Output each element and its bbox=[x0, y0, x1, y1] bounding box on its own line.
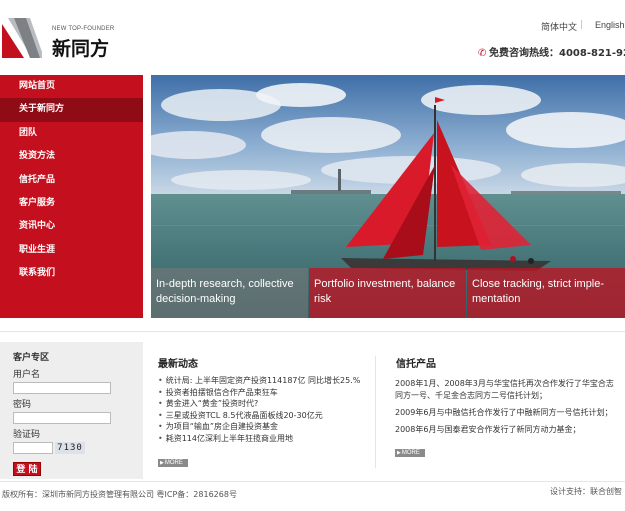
nav-item-news-center[interactable]: 资讯中心 bbox=[0, 215, 143, 238]
trust-item[interactable]: 2008年6月与国泰君安合作发行了新同方动力基金； bbox=[395, 424, 620, 436]
username-label: 用户名 bbox=[13, 370, 41, 380]
news-more-button[interactable]: MORE bbox=[158, 459, 188, 467]
banner-caption-portfolio[interactable]: Portfolio investment, balance risk bbox=[309, 268, 466, 318]
news-item[interactable]: 为项目“输血”房企自建投资基金 bbox=[158, 421, 363, 433]
trust-item[interactable]: 2008年1月、2008年3月与华宝信托再次合作发行了华宝合志同方一号、千足金合… bbox=[395, 378, 620, 402]
nav-item-team[interactable]: 团队 bbox=[0, 122, 143, 145]
captcha-label: 验证码 bbox=[13, 430, 41, 440]
captcha-image[interactable]: 7130 bbox=[55, 442, 85, 454]
trust-title: 信托产品 bbox=[396, 359, 436, 370]
nav-item-contact[interactable]: 联系我们 bbox=[0, 262, 143, 285]
lang-separator: | bbox=[580, 20, 584, 30]
news-item[interactable]: 统计局: 上半年固定资产投资114187亿 同比增长25.% bbox=[158, 375, 363, 387]
nav-item-customer-service[interactable]: 客户服务 bbox=[0, 192, 143, 215]
logo-mark-icon bbox=[2, 18, 42, 58]
hotline-text: 免费咨询热线：4008-821-921 bbox=[489, 48, 625, 59]
hero-banner: In-depth research, collective decision-m… bbox=[151, 75, 625, 318]
section-divider bbox=[0, 331, 625, 332]
nav-item-investment-method[interactable]: 投资方法 bbox=[0, 145, 143, 168]
news-list: 统计局: 上半年固定资产投资114187亿 同比增长25.% 投资者拍摆银信合作… bbox=[158, 375, 363, 445]
password-input[interactable] bbox=[13, 412, 111, 424]
news-item[interactable]: 投资者拍摆银信合作产品束狂车 bbox=[158, 387, 363, 399]
banner-caption-research[interactable]: In-depth research, collective decision-m… bbox=[151, 268, 308, 318]
trust-more-button[interactable]: MORE bbox=[395, 449, 425, 457]
trust-item[interactable]: 2009年6月与中融信托合作发行了中融新同方一号信托计划； bbox=[395, 407, 620, 419]
username-input[interactable] bbox=[13, 382, 111, 394]
footer-divider bbox=[0, 481, 625, 482]
banner-caption-tracking[interactable]: Close tracking, strict imple-mentation bbox=[467, 268, 625, 318]
client-login-panel: 客户专区 用户名 密码 验证码 7130 登 陆 bbox=[0, 342, 143, 479]
nav-item-trust-products[interactable]: 信托产品 bbox=[0, 169, 143, 192]
captcha-input[interactable] bbox=[13, 442, 53, 454]
lang-chinese-link[interactable]: 简体中文 bbox=[541, 20, 577, 33]
captcha-row: 7130 bbox=[13, 442, 143, 454]
login-title: 客户专区 bbox=[13, 353, 50, 363]
design-credit[interactable]: 设计支持：联合创智 bbox=[550, 486, 622, 497]
nav-item-home[interactable]: 网站首页 bbox=[0, 75, 143, 98]
trust-list: 2008年1月、2008年3月与华宝信托再次合作发行了华宝合志同方一号、千足金合… bbox=[395, 378, 620, 441]
brand-name-cn: 新同方 bbox=[52, 38, 110, 60]
nav-item-about[interactable]: 关于新同方 bbox=[0, 98, 143, 122]
header: NEW TOP-FOUNDER 新同方 简体中文 | English ✆ 免费咨询… bbox=[0, 0, 625, 75]
news-title: 最新动态 bbox=[158, 359, 198, 370]
login-button[interactable]: 登 陆 bbox=[13, 462, 41, 476]
phone-icon: ✆ bbox=[478, 48, 487, 59]
column-divider bbox=[375, 356, 376, 468]
news-item[interactable]: 三星或投资TCL 8.5代液晶面板线20-30亿元 bbox=[158, 410, 363, 422]
main-nav: 网站首页 关于新同方 团队 投资方法 信托产品 客户服务 资讯中心 职业生涯 联… bbox=[0, 75, 143, 318]
lang-english-link[interactable]: English bbox=[595, 20, 625, 30]
copyright-text: 版权所有：深圳市新同方投资管理有限公司 粤ICP备：2816268号 bbox=[2, 490, 237, 499]
hotline: ✆ 免费咨询热线：4008-821-921 bbox=[478, 44, 625, 59]
password-label: 密码 bbox=[13, 400, 32, 410]
news-item[interactable]: 黄金进入“黄金”投资时代? bbox=[158, 398, 363, 410]
logo[interactable]: NEW TOP-FOUNDER 新同方 bbox=[2, 18, 122, 60]
brand-name-en: NEW TOP-FOUNDER bbox=[52, 26, 115, 32]
nav-item-careers[interactable]: 职业生涯 bbox=[0, 239, 143, 262]
news-item[interactable]: 耗资114亿深利上半年狂揽商业用地 bbox=[158, 433, 363, 445]
